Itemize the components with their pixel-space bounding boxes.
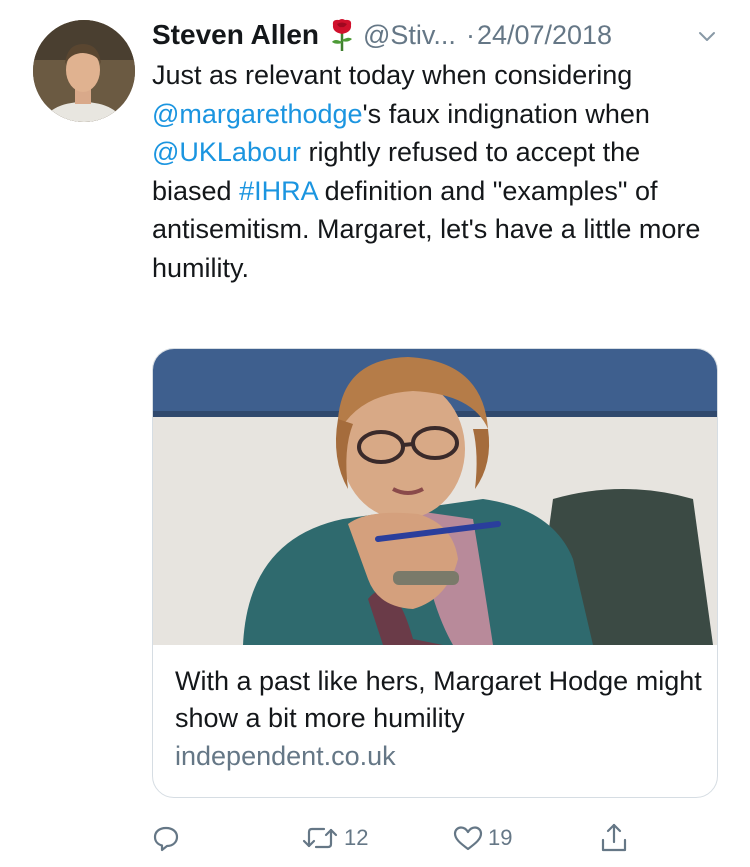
share-button[interactable] <box>600 818 628 858</box>
handle[interactable]: @Stiv... <box>363 20 456 51</box>
retweet-button[interactable]: 12 <box>300 818 368 858</box>
separator-dot: · <box>465 19 475 50</box>
tweet-text: Just as relevant today when considering … <box>152 56 722 287</box>
card-image <box>153 349 717 645</box>
share-icon <box>601 823 627 852</box>
like-count: 19 <box>488 825 513 850</box>
avatar-photo <box>33 20 135 122</box>
card-title[interactable]: With a past like hers, Margaret Hodge mi… <box>175 663 705 737</box>
tweet-actions: 12 19 <box>152 818 732 858</box>
heart-icon <box>453 826 483 851</box>
card-domain: independent.co.uk <box>175 741 396 771</box>
retweet-count: 12 <box>344 825 369 850</box>
display-name[interactable]: Steven Allen <box>152 19 319 51</box>
hashtag-ihra[interactable]: #IHRA <box>239 176 317 206</box>
retweet-icon <box>302 827 338 849</box>
mention-margarethodge[interactable]: @margarethodge <box>152 99 363 129</box>
like-button[interactable]: 19 <box>452 818 512 858</box>
tweet-date[interactable]: 24/07/2018 <box>477 20 612 51</box>
tweet-text-part: Just as relevant today when considering <box>152 60 633 90</box>
mention-uklabour[interactable]: @UKLabour <box>152 137 301 167</box>
reply-button[interactable] <box>152 818 180 858</box>
tweet-header: Steven Allen @Stiv... · 24/07/2018 <box>152 15 732 55</box>
tweet[interactable]: Steven Allen @Stiv... · 24/07/2018 Just … <box>0 0 750 867</box>
rose-icon <box>332 19 353 51</box>
avatar[interactable] <box>33 20 135 122</box>
chevron-down-icon[interactable] <box>696 25 718 47</box>
link-card[interactable]: With a past like hers, Margaret Hodge mi… <box>152 348 718 798</box>
tweet-text-part: 's faux indignation when <box>362 98 650 129</box>
reply-icon <box>153 826 179 852</box>
